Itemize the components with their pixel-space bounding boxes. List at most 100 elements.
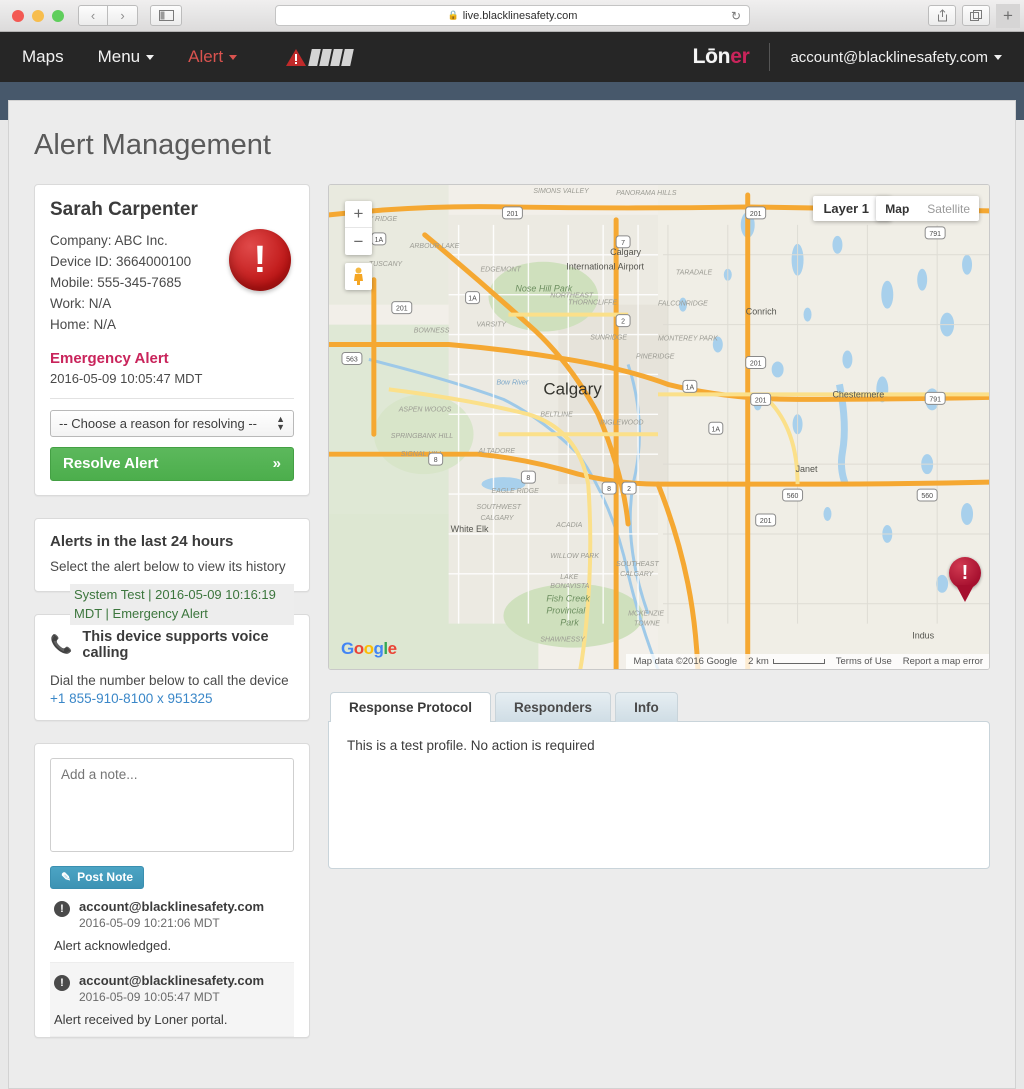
nav-item-maps[interactable]: Maps (22, 47, 64, 67)
highway-shield: 1A (682, 379, 698, 393)
map-label: White Elk (451, 524, 489, 534)
map-label: PINERIDGE (636, 353, 675, 360)
highway-shield: 791 (924, 226, 946, 240)
note-timestamp: 2016-05-09 10:21:06 MDT (79, 915, 220, 930)
svg-text:2: 2 (627, 486, 631, 493)
nav-item-alert[interactable]: Alert (188, 47, 238, 67)
alert-timestamp: 2016-05-09 10:05:47 MDT (50, 370, 203, 386)
browser-right-controls: + (928, 3, 1020, 28)
notes-card: ✎ Post Note ! account@blacklinesafety.co… (34, 742, 310, 1038)
profile-home: Home: N/A (50, 316, 117, 332)
map-type-map[interactable]: Map (876, 196, 918, 221)
map-label: CALGARY (481, 515, 515, 522)
highway-shield: 1A (371, 232, 387, 246)
resolve-reason-select[interactable]: -- Choose a reason for resolving -- ▲ ▼ (50, 409, 294, 437)
sidebar-icon[interactable] (150, 5, 182, 26)
note-header: ! account@blacklinesafety.com 2016-05-09… (50, 973, 294, 1004)
close-window-icon[interactable] (12, 9, 24, 22)
voice-phone-number[interactable]: +1 855-910-8100 x 951325 (50, 691, 294, 706)
forward-icon[interactable]: › (108, 5, 138, 26)
map-terms-link[interactable]: Terms of Use (836, 656, 892, 667)
map-zoom-controls[interactable]: + − (345, 201, 372, 255)
map-label: EAGLE RIDGE (492, 488, 540, 495)
tab-response-protocol[interactable]: Response Protocol (330, 692, 492, 722)
device-signal-indicator (285, 48, 354, 67)
highway-shield: 560 (782, 488, 804, 502)
svg-text:201: 201 (750, 360, 762, 367)
svg-text:1A: 1A (712, 426, 721, 433)
alert-map-pin-icon[interactable]: ! (949, 557, 981, 602)
app-navbar: Maps Menu Alert Lōner account@blacklines… (0, 32, 1024, 82)
post-note-button[interactable]: ✎ Post Note (50, 865, 145, 889)
tab-info[interactable]: Info (615, 692, 678, 722)
map-label: SUNRIDGE (590, 335, 627, 342)
highway-shield: 201 (745, 355, 767, 369)
map-pin-head: ! (949, 557, 981, 589)
map-type-toggle[interactable]: Map Satellite (876, 196, 979, 221)
tabs-icon[interactable] (962, 5, 990, 26)
map-label: Calgary (543, 379, 602, 398)
map-label: BELTLINE (540, 411, 573, 418)
map-view[interactable]: .nbhd{font:italic 7px "Liberation Sans",… (328, 184, 990, 670)
account-menu[interactable]: account@blacklinesafety.com (790, 49, 1002, 66)
note-meta: account@blacklinesafety.com 2016-05-09 1… (79, 899, 264, 930)
highway-shield: 563 (341, 351, 363, 365)
map-scale: 2 km (748, 656, 825, 667)
share-glyph (937, 9, 947, 22)
minimize-window-icon[interactable] (32, 9, 44, 22)
page-title: Alert Management (34, 129, 271, 161)
add-note-input[interactable] (50, 757, 294, 852)
svg-text:791: 791 (929, 396, 941, 403)
svg-text:1A: 1A (468, 296, 477, 303)
url-text: live.blacklinesafety.com (462, 9, 578, 22)
list-item[interactable]: System Test | 2016-05-09 10:16:19 MDT | … (70, 583, 294, 625)
share-icon[interactable] (928, 5, 956, 26)
map-pin-tip (956, 585, 974, 602)
profile-card: Sarah Carpenter Company: ABC Inc. Device… (34, 184, 310, 496)
new-tab-button[interactable]: + (996, 3, 1020, 28)
chevron-down-icon (146, 55, 155, 61)
street-view-pegman-icon[interactable] (345, 263, 372, 290)
nav-item-menu[interactable]: Menu (98, 47, 155, 67)
map-label: SOUTHEAST (616, 561, 659, 568)
post-note-label: Post Note (77, 870, 134, 885)
pencil-icon: ✎ (61, 870, 72, 885)
address-bar[interactable]: 🔒 live.blacklinesafety.com ↻ (275, 5, 750, 26)
svg-text:201: 201 (755, 397, 767, 404)
detail-tabs[interactable]: Response Protocol Responders Info (328, 692, 990, 722)
map-label: BOWNESS (414, 328, 450, 335)
highway-shield: 8 (520, 470, 536, 484)
map-label: MCKENZIE (628, 611, 664, 618)
map-label: International Airport (566, 262, 644, 272)
browser-nav-buttons[interactable]: ‹ › (78, 5, 138, 26)
note-meta: account@blacklinesafety.com 2016-05-09 1… (79, 973, 264, 1004)
alert-type-label: Emergency Alert (50, 349, 169, 367)
map-label: VARSITY (477, 322, 508, 329)
map-type-satellite[interactable]: Satellite (918, 196, 979, 221)
map-label: SIMONS VALLEY (533, 188, 590, 195)
voice-heading: This device supports voice calling (82, 628, 269, 661)
profile-work: Work: N/A (50, 295, 112, 311)
map-label: INGLEWOOD (600, 419, 643, 426)
info-icon: ! (54, 974, 70, 991)
lock-icon: 🔒 (447, 10, 459, 20)
tab-responders[interactable]: Responders (495, 692, 612, 722)
zoom-in-button[interactable]: + (345, 201, 372, 228)
navbar-right: Lōner account@blacklinesafety.com (693, 43, 1002, 71)
map-label: ACADIA (555, 522, 582, 529)
maximize-window-icon[interactable] (52, 9, 64, 22)
map-scale-label: 2 km (748, 656, 769, 667)
map-report-link[interactable]: Report a map error (903, 656, 983, 667)
highway-shield: 201 (755, 513, 777, 527)
reload-icon[interactable]: ↻ (731, 9, 741, 23)
window-traffic-lights[interactable] (12, 9, 64, 22)
svg-text:8: 8 (434, 457, 438, 464)
map-label: CALGARY (620, 571, 654, 578)
zoom-out-button[interactable]: − (345, 228, 372, 255)
loner-logo: Lōner (692, 45, 750, 68)
highway-shield: 1A (708, 421, 724, 435)
resolve-alert-button[interactable]: Resolve Alert » (50, 446, 294, 481)
back-icon[interactable]: ‹ (78, 5, 108, 26)
navbar-left: Maps Menu Alert (22, 47, 354, 67)
phone-icon: 📞 (50, 634, 73, 655)
